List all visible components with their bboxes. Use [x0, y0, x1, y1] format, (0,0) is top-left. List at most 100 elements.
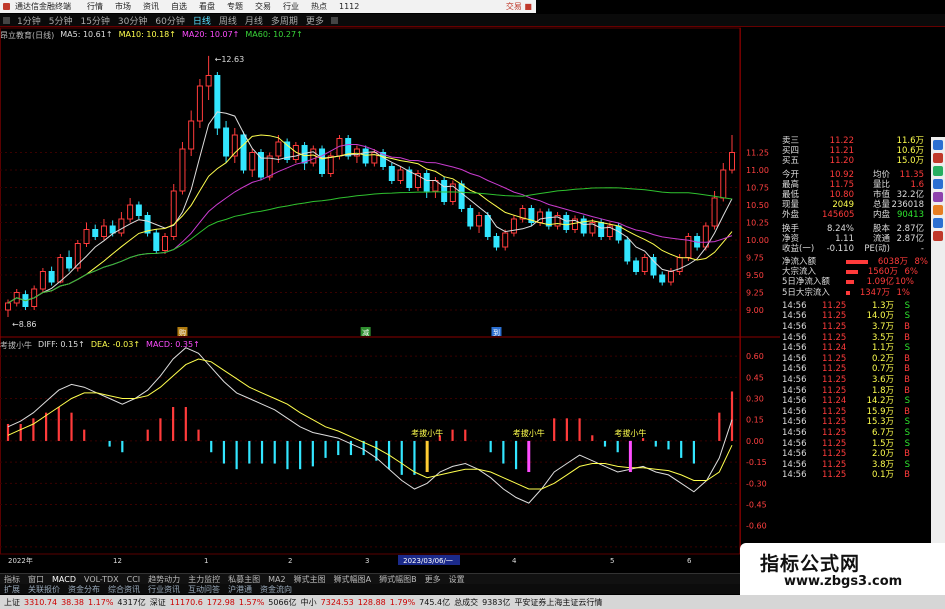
trade-side: B: [904, 374, 910, 385]
trade-row[interactable]: 14:56 11.25 3.8万 S: [782, 460, 930, 471]
stat-value-2: 11.35: [899, 169, 924, 180]
trade-price: 11.25: [822, 300, 847, 311]
grid-icon[interactable]: [933, 140, 943, 150]
tab-cci[interactable]: CCI: [127, 575, 141, 584]
tab-lion-a[interactable]: 狮式幅图A: [334, 574, 371, 584]
tab-macd[interactable]: MACD: [52, 575, 76, 584]
nav-news[interactable]: 综合资讯: [108, 584, 140, 594]
trade-button[interactable]: 交易 ■: [506, 1, 532, 12]
tab-private[interactable]: 私募主图: [228, 574, 260, 584]
tab-trend[interactable]: 趋势动力: [148, 574, 180, 584]
nav-qa[interactable]: 互动问答: [188, 584, 220, 594]
title-bar: 通达信金融终端 行情 市场 资讯 自选 看盘 专题 交易 行业 热点 1112 …: [0, 0, 536, 13]
hot-icon[interactable]: [933, 153, 943, 163]
watermark-logo: 指标公式网 www.zbgs3.com: [740, 543, 945, 595]
flow-row: 5日大宗流入 1347万 1%: [782, 288, 930, 298]
menu-code[interactable]: 1112: [339, 2, 359, 11]
tab-mainforce[interactable]: 主力监控: [188, 574, 220, 584]
status-item: 11170.6: [169, 597, 203, 607]
tab-ma2[interactable]: MA2: [268, 575, 285, 584]
trade-row[interactable]: 14:56 11.25 3.6万 B: [782, 375, 930, 386]
macd-tick-label: -0.45: [746, 501, 767, 510]
chart-icon[interactable]: [933, 166, 943, 176]
menu-topic[interactable]: 专题: [227, 1, 243, 12]
tab-lion-main[interactable]: 狮式主图: [294, 574, 326, 584]
rsi-icon[interactable]: [933, 179, 943, 189]
nav-related[interactable]: 关联报价: [28, 584, 60, 594]
ma5-line: [7, 111, 733, 304]
depth-row: 买五 11.20 15.0万: [782, 156, 930, 166]
status-item: 3310.74: [24, 597, 58, 607]
trade-row[interactable]: 14:56 11.24 1.1万 S: [782, 343, 930, 354]
menu-watchlist[interactable]: 自选: [171, 1, 187, 12]
price-and-macd-chart[interactable]: 11.2511.0010.7510.5010.2510.009.759.509.…: [0, 14, 780, 574]
trade-row[interactable]: 14:56 11.25 1.8万 B: [782, 386, 930, 397]
list-icon[interactable]: [933, 192, 943, 202]
trade-row[interactable]: 14:56 11.25 6.7万 S: [782, 428, 930, 439]
info-icon[interactable]: [933, 231, 943, 241]
stat-value-2: 90413: [896, 210, 924, 221]
tab-window[interactable]: 窗口: [28, 574, 44, 584]
trade-row[interactable]: 14:56 11.25 1.5万 S: [782, 439, 930, 450]
flow-label: 净流入额: [782, 257, 817, 268]
stat-label-2: 市值: [872, 189, 890, 200]
status-item: 5066亿: [268, 597, 297, 607]
tab-settings[interactable]: 设置: [449, 574, 465, 584]
trade-row[interactable]: 14:56 11.25 2.0万 B: [782, 449, 930, 460]
tab-lion-b[interactable]: 狮式幅图B: [379, 574, 417, 584]
candle-body: [458, 183, 465, 209]
menu-quote[interactable]: 行情: [87, 1, 103, 12]
menu-news[interactable]: 资讯: [143, 1, 159, 12]
trade-row[interactable]: 14:56 11.25 3.5万 B: [782, 333, 930, 344]
menu-trade[interactable]: 交易: [255, 1, 271, 12]
date-tick-label: 4: [512, 557, 517, 565]
nav-fund-flow[interactable]: 资金流向: [260, 584, 292, 594]
trade-row[interactable]: 14:56 11.25 15.3万 S: [782, 417, 930, 428]
signal-label: 考拔小牛: [614, 428, 646, 438]
stat-label-2: 总量: [872, 200, 890, 211]
stat-value: 1.11: [835, 233, 854, 244]
tab-indicator[interactable]: 指标: [4, 574, 20, 584]
news-icon[interactable]: [933, 218, 943, 228]
tab-vol[interactable]: VOL-TDX: [84, 575, 119, 584]
candle-body: [641, 257, 648, 272]
trade-time: 14:56: [782, 364, 807, 375]
arrows-icon[interactable]: [933, 205, 943, 215]
trade-row[interactable]: 14:56 11.25 3.7万 B: [782, 322, 930, 333]
trade-row[interactable]: 14:56 11.25 15.9万 B: [782, 407, 930, 418]
nav-hk-connect[interactable]: 沪港通: [228, 584, 252, 594]
menu-industry[interactable]: 行业: [283, 1, 299, 12]
stat-value-2: 1.6: [910, 179, 924, 190]
nav-extend[interactable]: 扩展: [4, 584, 20, 594]
diff-line: [7, 347, 733, 504]
nav-fund[interactable]: 资金分布: [68, 584, 100, 594]
app-window: 通达信金融终端 行情 市场 资讯 自选 看盘 专题 交易 行业 热点 1112 …: [0, 0, 945, 609]
menu-market[interactable]: 市场: [115, 1, 131, 12]
trade-row[interactable]: 14:56 11.25 0.7万 B: [782, 364, 930, 375]
menu-watch[interactable]: 看盘: [199, 1, 215, 12]
menu-hot[interactable]: 热点: [311, 1, 327, 12]
trade-side: S: [904, 343, 910, 354]
tick-trades[interactable]: 14:56 11.25 1.3万 S 14:56 11.25 14.0万 S 14:56 11.2…: [782, 301, 930, 481]
depth-label: 买五: [782, 156, 800, 167]
trade-row[interactable]: 14:56 11.24 14.2万 S: [782, 396, 930, 407]
macd-tick-label: 0.60: [746, 352, 764, 361]
tab-more[interactable]: 更多: [425, 574, 441, 584]
trade-row[interactable]: 14:56 11.25 0.2万 B: [782, 354, 930, 365]
stat-label-2: 均价: [872, 169, 890, 180]
macd-value: MACD: 0.35↑: [146, 340, 200, 349]
date-tick-label: 3: [365, 557, 369, 565]
candle-body: [467, 208, 474, 227]
stat-label: 最高: [782, 179, 800, 190]
trade-row[interactable]: 14:56 11.25 14.0万 S: [782, 311, 930, 322]
candle-body: [327, 155, 334, 174]
quote-panel: 卖三 11.22 11.6万 买四 11.21 10.6万 买五 11.20 15.0万 今开 1…: [782, 136, 930, 572]
candle-body: [135, 204, 142, 216]
date-tick-label: 12: [113, 557, 122, 565]
nav-industry-news[interactable]: 行业资讯: [148, 584, 180, 594]
candle-body: [633, 260, 640, 272]
trade-row[interactable]: 14:56 11.25 0.1万 B: [782, 470, 930, 481]
status-item: 4317亿: [117, 597, 146, 607]
stat-value: 11.75: [829, 179, 854, 190]
trade-row[interactable]: 14:56 11.25 1.3万 S: [782, 301, 930, 312]
